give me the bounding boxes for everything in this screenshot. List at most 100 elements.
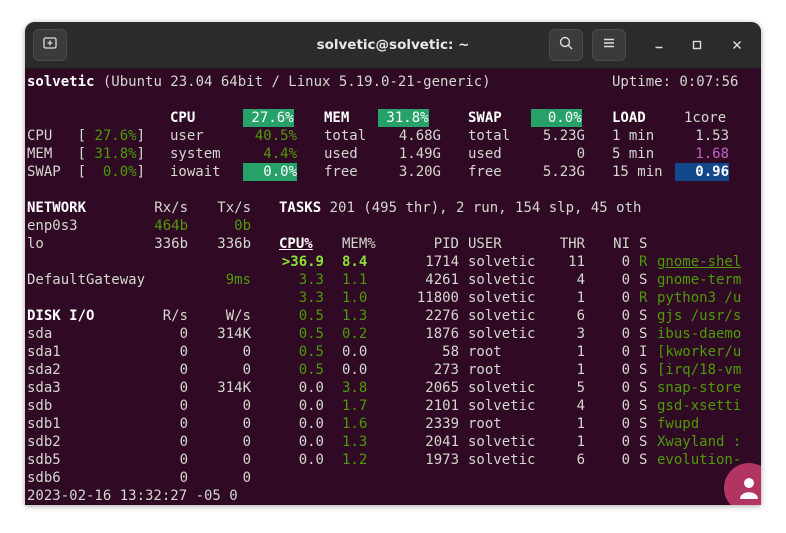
process-cpu: 0.5 — [298, 308, 324, 324]
process-threads: 1 — [576, 362, 585, 378]
col-header-mem[interactable]: MEM% — [342, 235, 376, 253]
disk-r-header: R/s — [162, 308, 188, 324]
process-mem: 3.8 — [342, 380, 368, 396]
hamburger-menu-icon — [601, 35, 617, 55]
disk-read: 0 — [179, 452, 188, 468]
process-pid: 58 — [442, 344, 459, 360]
cpu-header: CPU — [170, 110, 196, 126]
menu-button[interactable] — [592, 29, 626, 61]
close-button[interactable] — [727, 35, 747, 55]
process-command: snap-store — [657, 380, 742, 396]
process-threads: 4 — [576, 398, 585, 414]
disk-name: sda — [27, 326, 53, 342]
process-command: [irq/18-vm — [657, 362, 742, 378]
disk-write: 0 — [242, 362, 251, 378]
bar-label: CPU — [27, 128, 61, 144]
process-row[interactable]: 0.5 1.3 2276 solvetic 6 0 Sgjs /usr/s — [279, 307, 761, 325]
process-status: S — [639, 380, 648, 396]
mem-used-label: used — [324, 146, 358, 162]
process-row[interactable]: >36.9 8.4 1714 solvetic 11 0 Rgnome-shel — [279, 253, 761, 271]
disk-name: sda3 — [27, 380, 61, 396]
disk-read: 0 — [179, 362, 188, 378]
process-pid: 2065 — [425, 380, 459, 396]
disk-title: DISK I/O — [27, 308, 95, 324]
process-row[interactable]: 0.0 1.2 1973 solvetic 6 0 Sevolution- — [279, 451, 761, 469]
bar-label: MEM — [27, 146, 61, 162]
mem-used-value: 1.49G — [398, 146, 441, 162]
maximize-button[interactable] — [687, 35, 707, 55]
process-threads: 1 — [576, 344, 585, 360]
process-pid: 2101 — [425, 398, 459, 414]
process-row[interactable]: 3.3 1.0 11800 solvetic 1 0 Rpython3 /u — [279, 289, 761, 307]
process-command: gnome-shel — [657, 254, 742, 270]
minimize-button[interactable] — [649, 35, 669, 55]
col-header-thr[interactable]: THR — [558, 235, 585, 253]
disk-read: 0 — [179, 380, 188, 396]
bar-bracket: [ — [77, 128, 87, 144]
process-status: S — [639, 416, 648, 432]
cpu-system-label: system — [170, 146, 221, 162]
col-header-user[interactable]: USER — [468, 235, 502, 253]
process-nice: 0 — [621, 344, 630, 360]
cpu-iowait-value: 0.0% — [243, 163, 297, 181]
timestamp: 2023-02-16 13:32:27 -05 0 — [27, 488, 238, 504]
terminal-content[interactable]: solvetic (Ubuntu 23.04 64bit / Linux 5.1… — [27, 69, 761, 505]
bar-value: 27.6% — [86, 128, 137, 144]
mem-total-label: total — [324, 128, 367, 144]
col-header-cpu[interactable]: CPU% — [279, 235, 324, 253]
process-user: solvetic — [468, 290, 536, 306]
process-nice: 0 — [621, 272, 630, 288]
process-mem: 0.0 — [342, 362, 368, 378]
process-row[interactable]: 0.0 1.7 2101 solvetic 4 0 Sgsd-xsetti — [279, 397, 761, 415]
process-row[interactable]: 0.0 3.8 2065 solvetic 5 0 Ssnap-store — [279, 379, 761, 397]
disk-write: 0 — [242, 470, 251, 486]
swap-bar: SWAP [ 0.0%] — [27, 163, 145, 181]
process-status: S — [639, 452, 648, 468]
load-5min-value: 1.68 — [695, 146, 729, 162]
network-tx: 336b — [217, 236, 251, 252]
disk-read: 0 — [179, 434, 188, 450]
col-header-status[interactable]: S — [639, 235, 647, 253]
process-user: solvetic — [468, 254, 536, 270]
network-iface: lo — [27, 236, 44, 252]
disk-read: 0 — [179, 470, 188, 486]
process-row[interactable]: 3.3 1.1 4261 solvetic 4 0 Sgnome-term — [279, 271, 761, 289]
system-info-line: solvetic (Ubuntu 23.04 64bit / Linux 5.1… — [27, 73, 491, 91]
disk-read: 0 — [179, 398, 188, 414]
disk-write: 314K — [217, 380, 251, 396]
disk-write: 314K — [217, 326, 251, 342]
process-pid: 273 — [433, 362, 459, 378]
col-header-ni[interactable]: NI — [612, 235, 630, 253]
process-nice: 0 — [621, 362, 630, 378]
process-cpu: 0.5 — [298, 326, 324, 342]
load-1min-value: 1.53 — [695, 128, 729, 144]
cpu-iowait-label: iowait — [170, 164, 221, 180]
disk-name: sdb — [27, 398, 53, 414]
process-threads: 11 — [568, 254, 585, 270]
network-title: NETWORK — [27, 200, 87, 216]
process-pid: 11800 — [416, 290, 459, 306]
process-row[interactable]: 0.5 0.2 1876 solvetic 3 0 Sibus-daemo — [279, 325, 761, 343]
load-cores: 1core — [684, 110, 727, 126]
process-cpu: >36.9 — [281, 254, 324, 270]
col-header-pid[interactable]: PID — [405, 235, 459, 253]
process-row[interactable]: 0.5 0.0 58 root 1 0 I [kworker/u — [279, 343, 761, 361]
process-mem: 0.2 — [342, 326, 368, 342]
process-row[interactable]: 0.0 1.3 2041 solvetic 1 0 S Xwayland : — [279, 433, 761, 451]
search-button[interactable] — [549, 29, 583, 61]
process-row[interactable]: 0.0 1.6 2339 root 1 0 Sfwupd — [279, 415, 761, 433]
process-user: root — [468, 362, 502, 378]
bar-bracket: ] — [136, 128, 146, 144]
process-nice: 0 — [621, 290, 630, 306]
gateway-label: DefaultGateway — [27, 272, 146, 288]
process-pid: 4261 — [425, 272, 459, 288]
load-15min-label: 15 min — [612, 164, 663, 180]
mem-free-label: free — [324, 164, 358, 180]
process-user: solvetic — [468, 326, 536, 342]
system-version: (Ubuntu 23.04 64bit / Linux 5.19.0-21-ge… — [94, 74, 491, 90]
network-rx-header: Rx/s — [154, 200, 188, 216]
process-row[interactable]: 0.5 0.0 273 root 1 0 S [irq/18-vm — [279, 361, 761, 379]
process-mem: 1.7 — [342, 398, 368, 414]
process-nice: 0 — [621, 380, 630, 396]
tasks-summary: TASKS 201 (495 thr), 2 run, 154 slp, 45 … — [279, 199, 641, 217]
